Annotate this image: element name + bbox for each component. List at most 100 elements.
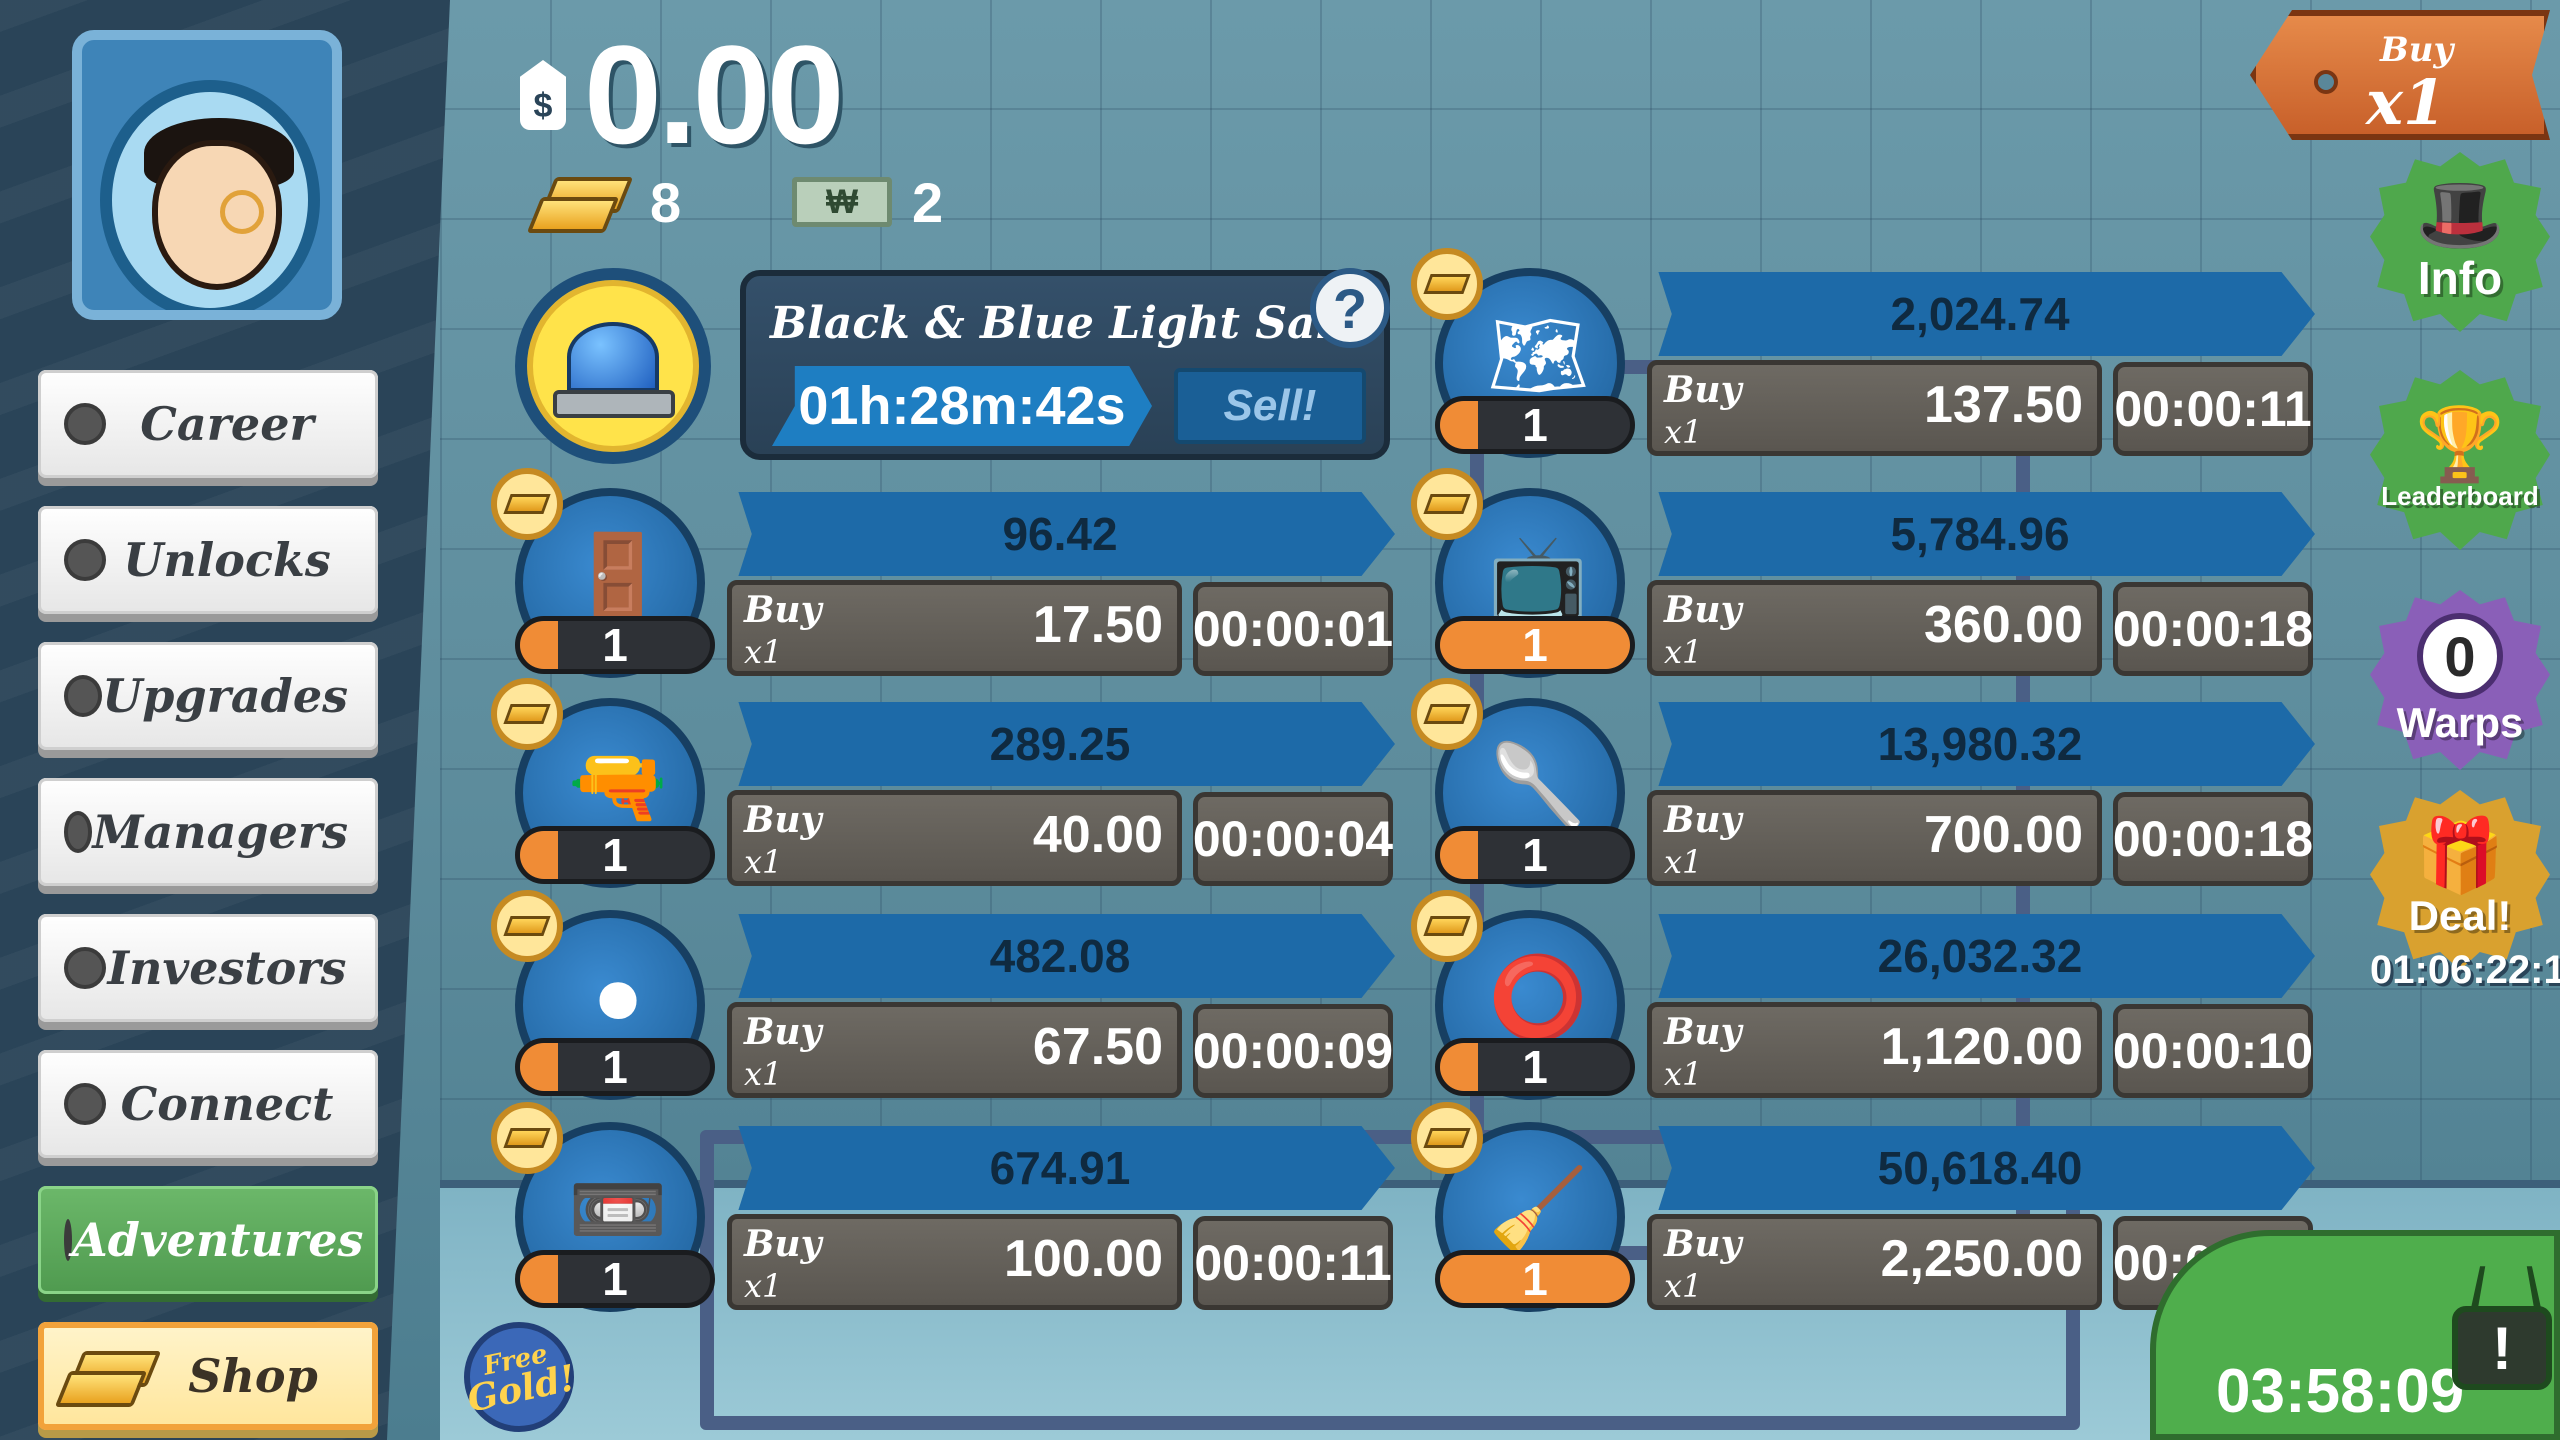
gold-upgrade-icon[interactable] (1411, 1102, 1483, 1174)
revenue-label: 26,032.32 (1658, 914, 2315, 998)
nav-managers-button[interactable]: Managers (38, 778, 378, 886)
progress-fill (520, 1043, 558, 1091)
coupon-icon: 🗺 (1487, 311, 1589, 400)
nav-label: Investors (107, 941, 347, 995)
warps-count: 0 (2417, 613, 2503, 699)
notification-dot-icon (64, 403, 106, 445)
nav-investors-button[interactable]: Investors (38, 914, 378, 1022)
nav-label: Adventures (72, 1213, 364, 1267)
light-sale-title: Black & Blue Light Sale (770, 298, 1361, 349)
gold-upgrade-icon[interactable] (491, 890, 563, 962)
light-sale-timer: 01h:28m:42s (772, 366, 1152, 446)
leaderboard-button[interactable]: 🏆 Leaderboard (2370, 370, 2550, 550)
buy-button[interactable]: Buy x1 360.00 (1647, 580, 2102, 676)
buy-button[interactable]: Buy x1 67.50 (727, 1002, 1182, 1098)
nav-upgrades-button[interactable]: Upgrades (38, 642, 378, 750)
buy-button[interactable]: Buy x1 17.50 (727, 580, 1182, 676)
buy-cost: 1,120.00 (1880, 1018, 2083, 1076)
tv-alert-icon: ! (2452, 1306, 2552, 1390)
nav-adventures-button[interactable]: Adventures (38, 1186, 378, 1294)
progress-fill (520, 831, 558, 879)
sell-button[interactable]: Sell! (1174, 368, 1366, 444)
megabucks-bill-icon: ₩ (792, 177, 892, 227)
megabucks-counter: ₩ 2 (792, 170, 943, 234)
nav-unlocks-button[interactable]: Unlocks (38, 506, 378, 614)
revenue-label: 674.91 (738, 1126, 1395, 1210)
buy-multiplier: x1 (744, 633, 783, 671)
gold-upgrade-icon[interactable] (1411, 248, 1483, 320)
gold-upgrade-icon[interactable] (491, 1102, 563, 1174)
buy-button[interactable]: Buy x1 1,120.00 (1647, 1002, 2102, 1098)
info-button[interactable]: 🎩 Info (2370, 152, 2550, 332)
gold-amount: 8 (650, 170, 682, 234)
shop-button[interactable]: Shop (38, 1322, 378, 1430)
notification-dot-icon (64, 947, 106, 989)
buy-button[interactable]: Buy x1 40.00 (727, 790, 1182, 886)
business-row-fridge: 🚪 1 96.42 Buy x1 17.50 00:00:01 (491, 468, 1515, 678)
info-label: Info (2417, 252, 2503, 304)
buy-cost: 137.50 (1923, 376, 2083, 434)
gold-upgrade-icon[interactable] (1411, 890, 1483, 962)
money-tag-icon: $ (520, 60, 566, 130)
shop-label: Shop (188, 1349, 318, 1403)
notification-dot-icon (64, 811, 93, 853)
avatar-monocle (220, 190, 264, 234)
buy-button[interactable]: Buy x1 2,250.00 (1647, 1214, 2102, 1310)
gold-upgrade-icon[interactable] (1411, 468, 1483, 540)
buy-label: Buy (744, 799, 822, 841)
buy-button[interactable]: Buy x1 100.00 (727, 1214, 1182, 1310)
help-icon[interactable]: ? (1310, 268, 1390, 348)
drill-icon: 🔫 (568, 741, 668, 830)
deal-button[interactable]: 🎁 Deal! (2370, 790, 2550, 970)
revenue-label: 5,784.96 (1658, 492, 2315, 576)
business-row-coupon: 🗺 1 2,024.74 Buy x1 137.50 00:00:11 (1411, 248, 2435, 458)
progress-bar: 1 (515, 1038, 715, 1096)
nav-career-button[interactable]: Career (38, 370, 378, 478)
buy-label: Buy (1664, 799, 1742, 841)
megabucks-amount: 2 (912, 170, 944, 234)
siren-icon[interactable] (515, 268, 711, 464)
cycle-timer: 00:00:18 (2113, 582, 2313, 676)
progress-bar: 1 (1435, 1038, 1635, 1096)
business-row-robot-vacuum: ⏺ 1 482.08 Buy x1 67.50 00:00:09 (491, 890, 1515, 1100)
cycle-timer: 00:00:09 (1193, 1004, 1393, 1098)
buy-cost: 17.50 (1032, 596, 1163, 654)
warps-button[interactable]: 0 Warps (2370, 590, 2550, 770)
free-gold-line2: Gold! (463, 1357, 580, 1421)
progress-bar: 1 (1435, 616, 1635, 674)
buy-cost: 67.50 (1032, 1018, 1163, 1076)
business-count: 1 (1522, 829, 1548, 881)
gold-upgrade-icon[interactable] (491, 468, 563, 540)
buy-cost: 100.00 (1003, 1230, 1163, 1288)
tv-antenna-icon (2470, 1266, 2542, 1311)
mixer-icon: 🥄 (1488, 741, 1588, 830)
buy-multiplier-toggle[interactable]: Buy x1 (2250, 10, 2550, 140)
nav-label: Career (140, 397, 314, 451)
progress-bar: 1 (515, 1250, 715, 1308)
tv-ad-button[interactable]: 03:58:09 ! (2150, 1230, 2560, 1440)
nav-label: Unlocks (123, 533, 331, 587)
vcr-icon: 📼 (568, 1165, 668, 1254)
buy-multiplier: x1 (1664, 633, 1703, 671)
cycle-timer: 00:00:10 (2113, 1004, 2313, 1098)
progress-fill (520, 1255, 558, 1303)
nav-connect-button[interactable]: Connect (38, 1050, 378, 1158)
buy-multiplier-label: Buy (2380, 30, 2454, 70)
buy-button[interactable]: Buy x1 700.00 (1647, 790, 2102, 886)
gold-upgrade-icon[interactable] (1411, 678, 1483, 750)
light-sale-panel: Black & Blue Light Sale 01h:28m:42s Sell… (740, 270, 1390, 460)
buy-button[interactable]: Buy x1 137.50 (1647, 360, 2102, 456)
gold-upgrade-icon[interactable] (491, 678, 563, 750)
buy-label: Buy (744, 1223, 822, 1265)
business-row-mixer: 🥄 1 13,980.32 Buy x1 700.00 00:00:18 (1411, 678, 2435, 888)
nav-label: Managers (92, 805, 348, 859)
business-count: 1 (1522, 619, 1548, 671)
business-row-vcr: 📼 1 674.91 Buy x1 100.00 00:00:11 (491, 1102, 1515, 1312)
player-avatar[interactable] (72, 30, 342, 320)
buy-cost: 40.00 (1032, 806, 1163, 864)
notification-dot-icon (64, 1219, 72, 1261)
tag-hole-icon (2314, 70, 2338, 94)
progress-bar: 1 (1435, 1250, 1635, 1308)
microwave-icon: 📺 (1488, 531, 1588, 620)
gold-counter: 8 (530, 170, 681, 234)
